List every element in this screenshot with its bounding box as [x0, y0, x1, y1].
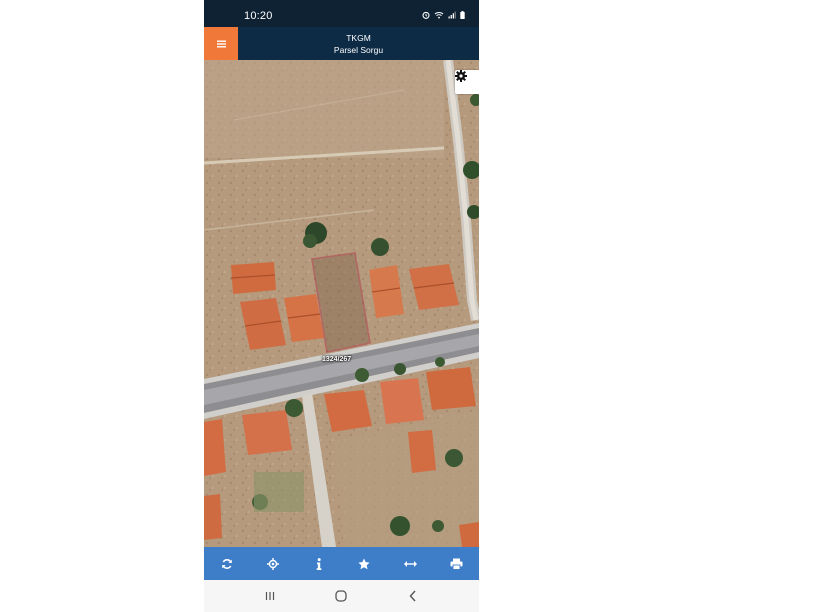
app-title-block: TKGM Parsel Sorgu	[238, 32, 479, 56]
settings-button[interactable]	[455, 70, 479, 94]
hamburger-menu-icon	[216, 40, 226, 47]
app-title: TKGM	[346, 33, 371, 43]
back-icon	[409, 590, 416, 602]
menu-button[interactable]	[204, 27, 238, 60]
measure-button[interactable]	[396, 550, 424, 578]
status-icons	[422, 11, 465, 19]
print-icon	[450, 558, 463, 570]
print-button[interactable]	[442, 550, 470, 578]
home-button[interactable]	[326, 581, 356, 611]
status-time: 10:20	[244, 10, 273, 22]
alarm-icon	[422, 11, 430, 19]
gear-icon	[455, 70, 467, 82]
refresh-button[interactable]	[213, 550, 241, 578]
wifi-icon	[434, 12, 444, 19]
back-button[interactable]	[398, 581, 428, 611]
favorite-button[interactable]	[350, 550, 378, 578]
recent-apps-button[interactable]	[255, 581, 285, 611]
info-icon	[316, 557, 321, 570]
recent-apps-icon	[265, 592, 274, 600]
satellite-map[interactable]: 1324/267	[204, 60, 479, 547]
app-header: TKGM Parsel Sorgu	[204, 27, 479, 60]
parcel-label[interactable]: 1324/267	[322, 356, 351, 363]
status-bar: 10:20	[204, 0, 479, 27]
system-nav-bar	[204, 580, 479, 612]
star-icon	[358, 558, 370, 569]
phone-screen: 10:20 TKGM Parsel Sorgu 1324/267	[204, 0, 479, 612]
locate-button[interactable]	[259, 550, 287, 578]
app-subtitle: Parsel Sorgu	[333, 45, 384, 55]
signal-icon	[448, 11, 456, 19]
bottom-toolbar	[204, 547, 479, 580]
locate-icon	[266, 557, 279, 570]
home-icon	[335, 590, 348, 602]
battery-icon	[460, 11, 465, 19]
measure-icon	[403, 560, 417, 567]
refresh-icon	[222, 558, 232, 569]
satellite-imagery	[204, 60, 479, 547]
info-button[interactable]	[305, 550, 333, 578]
